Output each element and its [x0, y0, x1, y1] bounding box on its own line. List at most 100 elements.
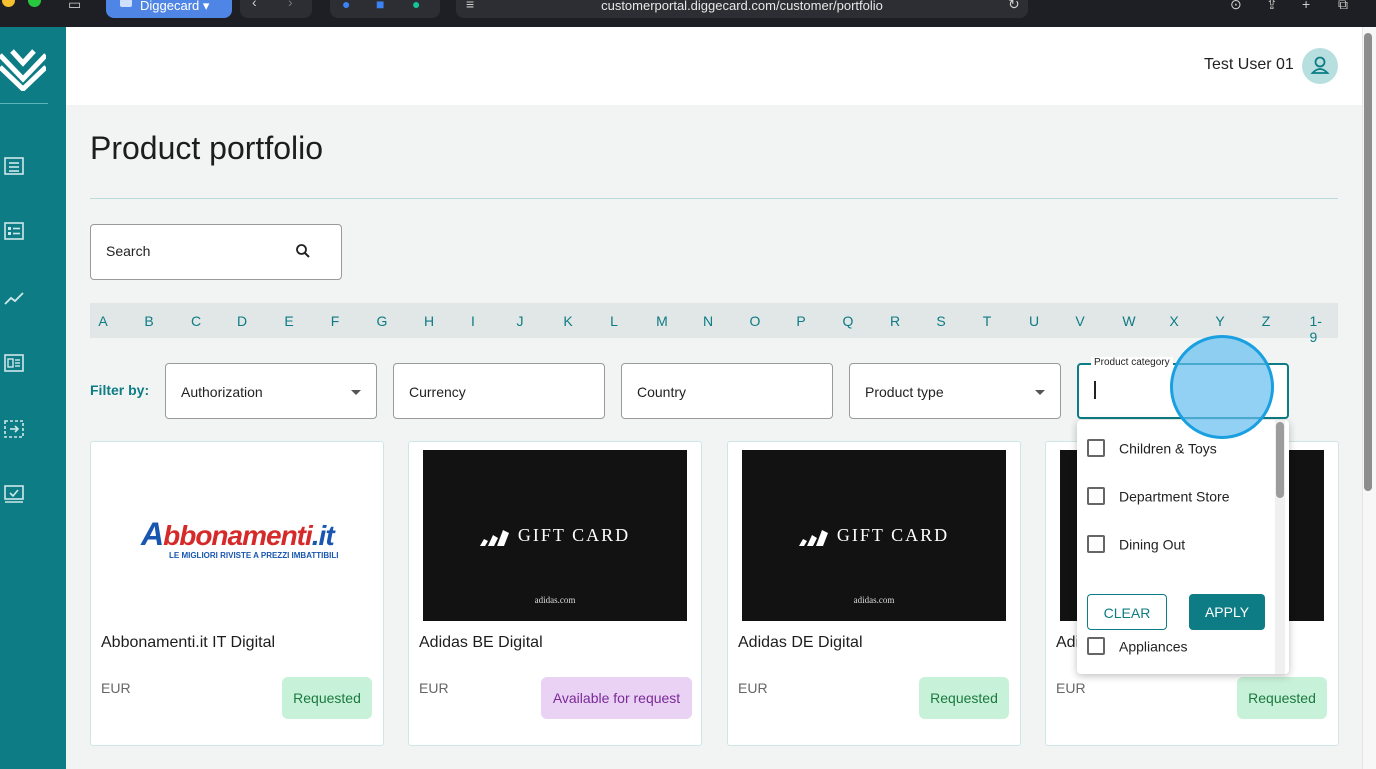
product-name: Adidas DE Digital	[738, 634, 863, 651]
letter-l[interactable]: L	[610, 313, 618, 329]
grammarly-icon[interactable]: ●	[412, 0, 420, 12]
tab-overview-icon[interactable]: ⧉	[1338, 0, 1348, 13]
checkbox[interactable]	[1087, 637, 1105, 656]
abbonamenti-tagline: LE MIGLIORI RIVISTE A PREZZI IMBATTIBILI	[169, 551, 339, 560]
diggecard-logo-icon[interactable]	[0, 47, 46, 91]
extensions-group: ● ■ ●	[330, 0, 440, 18]
sidebar	[0, 27, 66, 769]
letter-p[interactable]: P	[796, 313, 805, 329]
category-option[interactable]: Appliances	[1087, 637, 1188, 656]
status-badge: Requested	[919, 677, 1009, 719]
letter-x[interactable]: X	[1169, 313, 1178, 329]
currency-field[interactable]: Currency	[393, 363, 605, 419]
letter-o[interactable]: O	[750, 313, 761, 329]
dropdown-scroll-thumb[interactable]	[1276, 422, 1284, 498]
letter-1-9[interactable]: 1-9	[1310, 313, 1329, 345]
country-field[interactable]: Country	[621, 363, 833, 419]
letter-f[interactable]: F	[331, 313, 340, 329]
browser-toolbar: ▭ Diggecard ▾ ‹ › ● ■ ● customerportal.d…	[0, 0, 1376, 27]
letter-r[interactable]: R	[890, 313, 900, 329]
share-icon[interactable]: ⇪	[1266, 0, 1278, 13]
notes-extension-icon[interactable]: ■	[376, 0, 384, 12]
letter-y[interactable]: Y	[1215, 313, 1224, 329]
downloads-icon[interactable]: ⊙	[1230, 0, 1242, 13]
search-icon[interactable]	[295, 243, 311, 259]
product-card[interactable]: GIFT CARD adidas.com Adidas BE Digital E…	[408, 441, 702, 746]
adidas-logo-icon	[798, 529, 828, 546]
letter-t[interactable]: T	[983, 313, 992, 329]
product-name: Adi	[1056, 634, 1080, 651]
product-card[interactable]: Abbonamenti.it LE MIGLIORI RIVISTE A PRE…	[90, 441, 384, 746]
list-icon[interactable]	[4, 157, 24, 175]
authorization-select[interactable]: Authorization	[165, 363, 377, 419]
letter-c[interactable]: C	[191, 313, 201, 329]
tab-group-label: Diggecard	[140, 0, 200, 13]
product-category-label: Product category	[1091, 357, 1173, 368]
checkbox[interactable]	[1087, 535, 1105, 554]
title-divider	[90, 198, 1338, 199]
reader-icon[interactable]: ≡	[466, 0, 474, 12]
sidebar-toggle-icon[interactable]: ▭	[68, 0, 81, 13]
letter-b[interactable]: B	[144, 313, 153, 329]
forward-icon[interactable]: ›	[288, 0, 293, 10]
letter-a[interactable]: A	[98, 313, 107, 329]
checkmark-extension-icon[interactable]: ●	[342, 0, 350, 12]
new-tab-icon[interactable]: +	[1302, 0, 1310, 12]
checkbox[interactable]	[1087, 487, 1105, 506]
authorization-select-label: Authorization	[181, 384, 263, 400]
product-image: GIFT CARD adidas.com	[742, 450, 1006, 621]
category-option[interactable]: Department Store	[1087, 487, 1230, 506]
tab-group-diggecard[interactable]: Diggecard ▾	[106, 0, 232, 18]
letter-i[interactable]: I	[471, 313, 475, 329]
letter-n[interactable]: N	[703, 313, 713, 329]
letter-m[interactable]: M	[656, 313, 668, 329]
search-input[interactable]	[106, 243, 286, 259]
product-category-dropdown: Children & Toys Department Store Dining …	[1077, 420, 1289, 674]
search-box[interactable]	[90, 224, 342, 280]
category-option-label: Children & Toys	[1119, 440, 1217, 457]
page-scroll-thumb[interactable]	[1364, 33, 1372, 491]
letter-j[interactable]: J	[517, 313, 524, 329]
letter-h[interactable]: H	[424, 313, 434, 329]
back-icon[interactable]: ‹	[252, 0, 257, 10]
category-option-label: Department Store	[1119, 488, 1230, 505]
product-name: Abbonamenti.it IT Digital	[101, 634, 276, 651]
letter-d[interactable]: D	[237, 313, 247, 329]
filter-label: Filter by:	[90, 382, 150, 398]
letter-z[interactable]: Z	[1262, 313, 1271, 329]
product-card[interactable]: GIFT CARD adidas.com Adidas DE Digital E…	[727, 441, 1021, 746]
reload-icon[interactable]: ↻	[1008, 0, 1020, 13]
gift-card-text: GIFT CARD	[517, 525, 631, 545]
url-text: customerportal.diggecard.com/customer/po…	[601, 0, 883, 13]
avatar[interactable]	[1302, 48, 1338, 84]
product-type-select[interactable]: Product type	[849, 363, 1061, 419]
category-option[interactable]: Dining Out	[1087, 535, 1186, 554]
document-icon[interactable]	[4, 354, 24, 372]
clear-button[interactable]: CLEAR	[1087, 594, 1167, 630]
letter-w[interactable]: W	[1122, 313, 1135, 329]
minimize-window-button[interactable]	[2, 0, 15, 7]
letter-e[interactable]: E	[284, 313, 293, 329]
letter-s[interactable]: S	[936, 313, 945, 329]
category-option[interactable]: Children & Toys	[1087, 439, 1217, 458]
approval-icon[interactable]	[4, 485, 24, 503]
address-bar[interactable]: customerportal.diggecard.com/customer/po…	[456, 0, 1028, 18]
checkbox[interactable]	[1087, 439, 1105, 458]
letter-k[interactable]: K	[563, 313, 572, 329]
alphabet-filter: A B C D E F G H I J K L M N O P Q R S T …	[90, 303, 1338, 345]
user-name[interactable]: Test User 01	[1204, 56, 1294, 74]
letter-u[interactable]: U	[1029, 313, 1039, 329]
adidas-logo-icon	[479, 529, 509, 546]
category-option-label: Dining Out	[1119, 536, 1186, 553]
letter-q[interactable]: Q	[843, 313, 854, 329]
letter-g[interactable]: G	[377, 313, 388, 329]
checklist-icon[interactable]	[4, 222, 24, 240]
chevron-down-icon	[1035, 390, 1045, 395]
apply-button[interactable]: APPLY	[1189, 594, 1265, 630]
maximize-window-button[interactable]	[28, 0, 41, 7]
trend-chart-icon[interactable]	[4, 289, 24, 307]
export-icon[interactable]	[4, 420, 24, 438]
letter-v[interactable]: V	[1075, 313, 1084, 329]
category-option-label: Appliances	[1119, 638, 1188, 655]
product-image: Abbonamenti.it LE MIGLIORI RIVISTE A PRE…	[105, 450, 369, 621]
